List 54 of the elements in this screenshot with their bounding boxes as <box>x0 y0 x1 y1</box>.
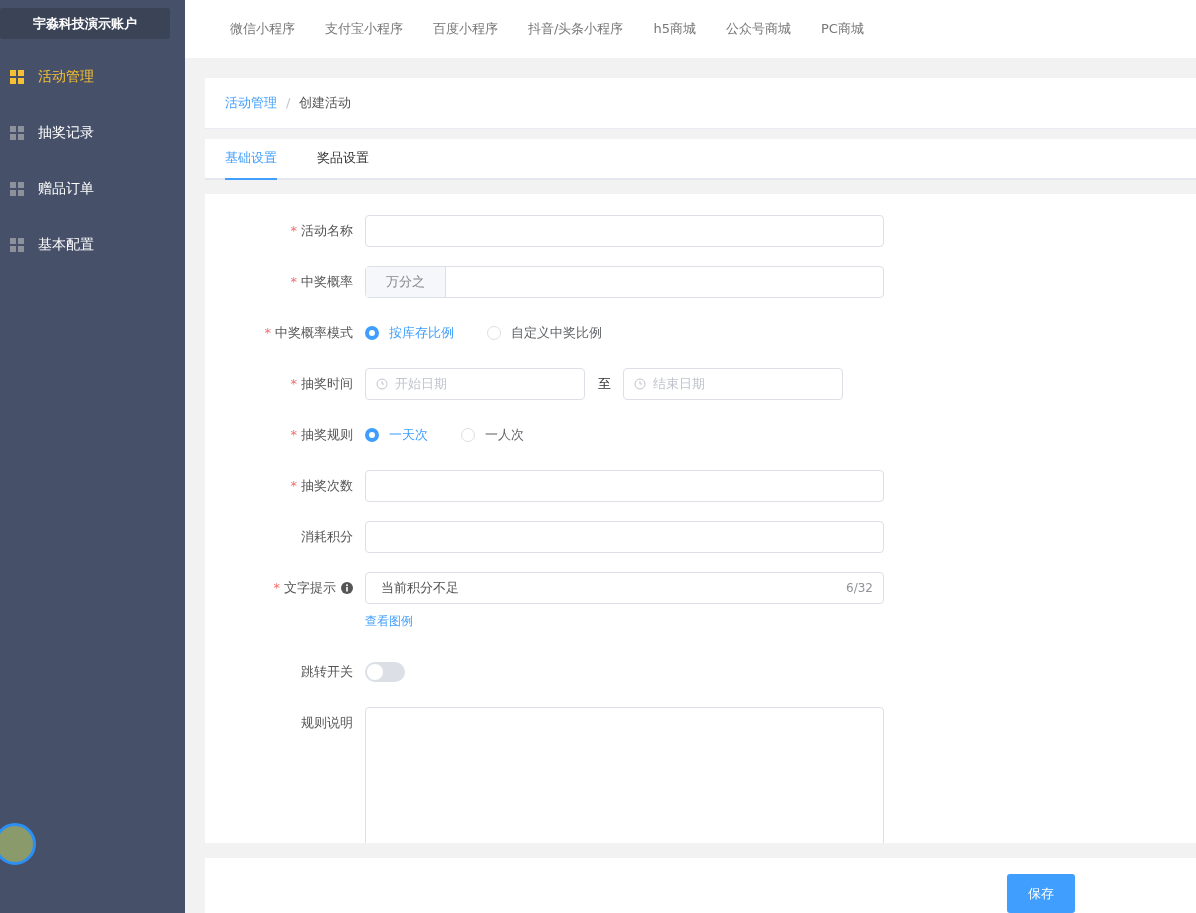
radio-option[interactable]: 自定义中奖比例 <box>487 323 602 342</box>
required-mark: * <box>290 223 297 239</box>
clock-icon <box>376 377 388 390</box>
save-button[interactable]: 保存 <box>1007 874 1075 913</box>
sidebar-item[interactable]: 赠品订单 <box>0 161 185 217</box>
field-label: 抽奖规则 <box>301 425 353 444</box>
field-label: 文字提示 <box>284 578 336 597</box>
input-field[interactable] <box>365 469 884 502</box>
input-field[interactable]: 万分之 <box>365 265 884 298</box>
sidebar-item[interactable]: 抽奖记录 <box>0 105 185 161</box>
breadcrumb-current: 创建活动 <box>299 93 352 112</box>
input-field[interactable] <box>365 214 884 247</box>
nav-link[interactable]: 支付宝小程序 <box>325 19 403 38</box>
nav-link[interactable]: h5商城 <box>653 19 696 38</box>
breadcrumb-link[interactable]: 活动管理 <box>225 93 277 112</box>
radio-option[interactable]: 一天次 <box>365 425 428 444</box>
field-label: 规则说明 <box>301 713 353 732</box>
nav-link[interactable]: 微信小程序 <box>230 19 295 38</box>
view-example-link[interactable]: 查看图例 <box>365 612 413 630</box>
tab[interactable]: 奖品设置 <box>317 138 369 180</box>
required-mark: * <box>273 580 280 596</box>
toggle-switch[interactable] <box>365 661 405 682</box>
field-label: 跳转开关 <box>301 662 353 681</box>
field-label: 活动名称 <box>301 221 353 240</box>
required-mark: * <box>290 376 297 392</box>
radio-option[interactable]: 按库存比例 <box>365 323 454 342</box>
field-label: 抽奖时间 <box>301 374 353 393</box>
field-label: 中奖概率 <box>301 272 353 291</box>
grid-icon <box>10 182 24 196</box>
input-field[interactable] <box>365 520 884 553</box>
breadcrumb-separator: / <box>286 95 291 111</box>
nav-link[interactable]: 公众号商城 <box>725 19 791 38</box>
required-mark: * <box>290 274 297 290</box>
input-field[interactable]: 当前积分不足 6/32 <box>365 571 884 604</box>
grid-icon <box>10 238 24 252</box>
nav-link[interactable]: PC商城 <box>820 19 864 38</box>
nav-link[interactable]: 抖音/头条小程序 <box>528 19 624 38</box>
required-mark: * <box>290 427 297 443</box>
field-label: 消耗积分 <box>301 527 353 546</box>
grid-icon <box>10 126 24 140</box>
nav-link[interactable]: 百度小程序 <box>433 19 498 38</box>
range-separator: 至 <box>596 374 612 393</box>
account-name: 宇淼科技演示账户 <box>0 8 170 39</box>
sidebar-item[interactable]: 活动管理 <box>0 49 185 105</box>
grid-icon <box>10 70 24 84</box>
avatar[interactable] <box>0 823 36 865</box>
tab[interactable]: 基础设置 <box>225 138 277 180</box>
clock-icon <box>634 377 646 390</box>
required-mark: * <box>264 325 271 341</box>
required-mark: * <box>290 478 297 494</box>
sidebar-item[interactable]: 基本配置 <box>0 217 185 273</box>
field-label: 抽奖次数 <box>301 476 353 495</box>
radio-option[interactable]: 一人次 <box>461 425 524 444</box>
field-label: 中奖概率模式 <box>275 323 353 342</box>
